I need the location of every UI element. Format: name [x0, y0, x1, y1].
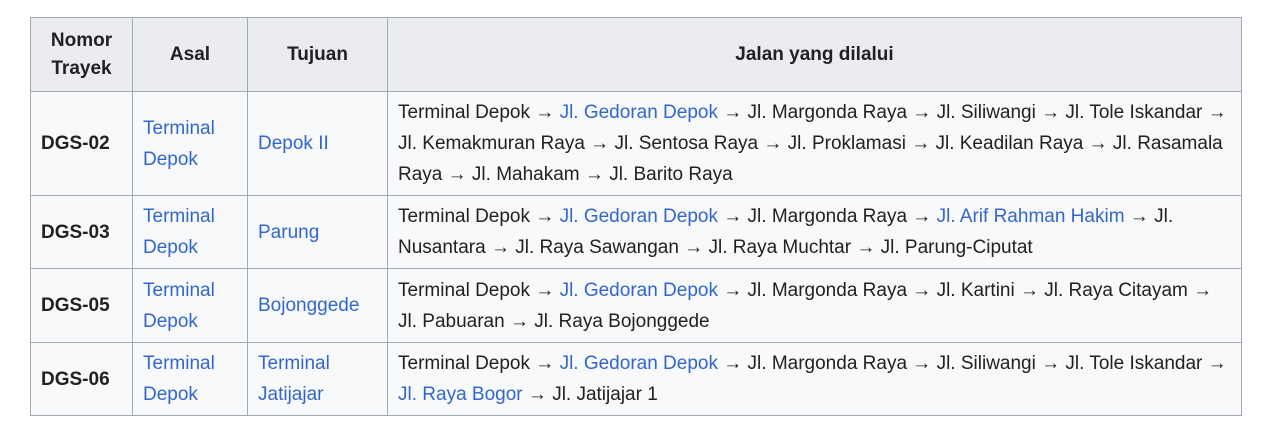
street-name: Jl. Proklamasi — [787, 133, 906, 154]
route-arrow: → — [678, 237, 709, 258]
street-name: Jl. Siliwangi — [936, 102, 1036, 123]
street-name: Jl. Mahakam — [471, 164, 580, 185]
route-arrow: → — [758, 133, 788, 154]
street-name: Jl. Parung-Ciputat — [880, 237, 1033, 258]
table-row: DGS-03 Terminal Depok Parung Terminal De… — [30, 195, 1242, 269]
street-link[interactable]: Jl. Gedoran Depok — [560, 280, 718, 301]
route-arrow: → — [1202, 102, 1227, 123]
origin-link[interactable]: Terminal Depok — [143, 353, 215, 405]
route-arrow: → — [717, 279, 748, 301]
route-arrow: → — [1014, 279, 1045, 301]
origin-cell: Terminal Depok — [132, 268, 248, 343]
street-link[interactable]: Jl. Arif Rahman Hakim — [937, 206, 1125, 227]
street-name: Jl. Raya Bojonggede — [534, 310, 710, 332]
street-name: Jl. Margonda Raya — [747, 279, 908, 301]
route-arrow: → — [1083, 133, 1113, 154]
street-name: Jl. Raya Citayam — [1044, 279, 1188, 301]
route-arrow: → — [530, 279, 560, 301]
route-arrow: → — [1035, 353, 1066, 374]
destination-link[interactable]: Parung — [258, 222, 319, 243]
route-arrow: → — [485, 237, 516, 258]
table-header-row: Nomor Trayek Asal Tujuan Jalan yang dila… — [30, 17, 1242, 92]
header-nomor-trayek: Nomor Trayek — [30, 17, 133, 92]
route-code: DGS-06 — [30, 342, 133, 416]
route-arrow: → — [530, 102, 560, 123]
destination-link[interactable]: Depok II — [258, 133, 329, 154]
destination-cell: Depok II — [247, 91, 388, 196]
route-arrow: → — [717, 102, 748, 123]
destination-cell: Bojonggede — [247, 268, 388, 343]
street-name: Terminal Depok — [398, 102, 530, 123]
street-name: Jl. Kemakmuran Raya — [398, 133, 585, 154]
street-name: Jl. Raya Sawangan — [515, 237, 679, 258]
street-name: Jl. Tole Iskandar — [1065, 353, 1203, 374]
route-arrow: → — [1124, 206, 1155, 227]
origin-link[interactable]: Terminal Depok — [143, 280, 215, 332]
route-code: DGS-03 — [30, 195, 133, 269]
route-code: DGS-02 — [30, 91, 133, 196]
header-tujuan: Tujuan — [247, 17, 388, 92]
header-jalan: Jalan yang dilalui — [387, 17, 1242, 92]
table-row: DGS-05 Terminal Depok Bojonggede Termina… — [30, 268, 1242, 343]
street-name: Jl. Kartini — [936, 279, 1015, 301]
street-name: Jl. Raya Muchtar — [708, 237, 852, 258]
route-arrow: → — [905, 133, 936, 154]
street-name: Jl. Tole Iskandar — [1065, 102, 1203, 123]
route-arrow: → — [907, 206, 937, 227]
route-arrow: → — [530, 206, 560, 227]
route-arrow: → — [717, 206, 748, 227]
route-arrow: → — [579, 164, 610, 185]
destination-link[interactable]: Terminal Jatijajar — [258, 353, 330, 405]
street-name: Jl. Siliwangi — [936, 353, 1036, 374]
origin-link[interactable]: Terminal Depok — [143, 206, 215, 258]
route-cell: Terminal Depok → Jl. Gedoran Depok → Jl.… — [387, 268, 1242, 343]
route-arrow: → — [442, 164, 472, 185]
street-name: Terminal Depok — [398, 206, 530, 227]
route-cell: Terminal Depok → Jl. Gedoran Depok → Jl.… — [387, 91, 1242, 196]
table-row: DGS-02 Terminal Depok Depok II Terminal … — [30, 91, 1242, 196]
destination-link[interactable]: Bojonggede — [258, 295, 359, 316]
route-arrow: → — [907, 353, 937, 374]
destination-cell: Parung — [247, 195, 388, 269]
street-name: Jl. Sentosa Raya — [614, 133, 759, 154]
route-arrow: → — [1187, 279, 1213, 301]
route-arrow: → — [1202, 353, 1227, 374]
street-name: Jl. Margonda Raya — [747, 102, 908, 123]
street-name: Terminal Depok — [398, 353, 530, 374]
header-asal: Asal — [132, 17, 248, 92]
street-name: Terminal Depok — [398, 279, 530, 301]
route-arrow: → — [530, 353, 560, 374]
street-link[interactable]: Jl. Gedoran Depok — [560, 353, 718, 374]
table-row: DGS-06 Terminal Depok Terminal Jatijajar… — [30, 342, 1242, 416]
origin-link[interactable]: Terminal Depok — [143, 118, 215, 170]
street-name: Jl. Keadilan Raya — [935, 133, 1084, 154]
route-cell: Terminal Depok → Jl. Gedoran Depok → Jl.… — [387, 195, 1242, 269]
route-arrow: → — [584, 133, 615, 154]
street-name: Jl. Barito Raya — [609, 164, 733, 185]
route-arrow: → — [522, 384, 553, 405]
route-arrow: → — [504, 310, 535, 332]
route-cell: Terminal Depok → Jl. Gedoran Depok → Jl.… — [387, 342, 1242, 416]
street-name: Jl. Jatijajar 1 — [552, 384, 658, 405]
street-link[interactable]: Jl. Gedoran Depok — [560, 206, 718, 227]
street-link[interactable]: Jl. Gedoran Depok — [560, 102, 718, 123]
route-code: DGS-05 — [30, 268, 133, 343]
route-arrow: → — [907, 279, 937, 301]
route-arrow: → — [1035, 102, 1066, 123]
origin-cell: Terminal Depok — [132, 342, 248, 416]
street-name: Jl. Margonda Raya — [747, 206, 908, 227]
street-name: Jl. Margonda Raya — [747, 353, 908, 374]
route-arrow: → — [717, 353, 748, 374]
origin-cell: Terminal Depok — [132, 195, 248, 269]
street-name: Jl. Pabuaran — [398, 310, 505, 332]
origin-cell: Terminal Depok — [132, 91, 248, 196]
destination-cell: Terminal Jatijajar — [247, 342, 388, 416]
street-link[interactable]: Jl. Raya Bogor — [398, 384, 523, 405]
route-arrow: → — [907, 102, 937, 123]
route-table: Nomor Trayek Asal Tujuan Jalan yang dila… — [30, 17, 1242, 416]
route-arrow: → — [851, 237, 881, 258]
